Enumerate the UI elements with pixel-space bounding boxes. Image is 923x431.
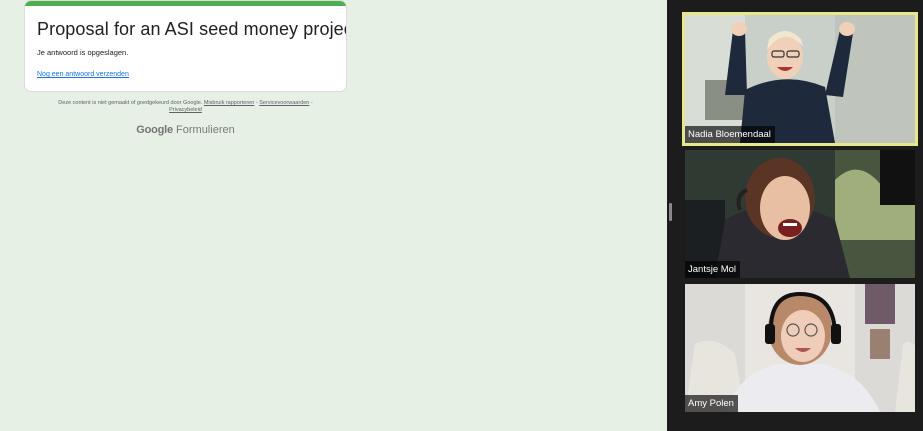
shared-screen: Proposal for an ASI seed money project J…: [0, 0, 667, 431]
form-footer: Deze content is niet gemaakt of goedgeke…: [25, 100, 346, 114]
form-title: Proposal for an ASI seed money project: [37, 19, 346, 39]
footer-separator: -: [310, 100, 313, 106]
panel-resize-handle[interactable]: [669, 203, 672, 221]
form-accent-bar: [25, 1, 346, 6]
participant-name: Nadia Bloemendaal: [685, 126, 775, 143]
submit-another-response-link[interactable]: Nog een antwoord verzenden: [37, 71, 129, 78]
footer-disclaimer: Deze content is niet gemaakt of goedgeke…: [58, 100, 203, 106]
footer-separator: -: [255, 100, 258, 106]
participant-name: Jantsje Mol: [685, 261, 741, 278]
participant-video: [685, 284, 915, 412]
participant-video-tile[interactable]: Jantsje Mol: [685, 150, 915, 278]
forms-wordmark: Formulieren: [176, 124, 235, 136]
participant-video-tile[interactable]: Amy Polen: [685, 284, 915, 412]
participant-video: [685, 150, 915, 278]
report-abuse-link[interactable]: Misbruik rapporteren: [204, 100, 254, 106]
participant-name: Amy Polen: [685, 395, 738, 412]
google-wordmark: Google: [136, 124, 173, 136]
video-gallery-panel: Nadia Bloemendaal Jantsje Mol Amy Polen: [667, 0, 923, 431]
privacy-policy-link[interactable]: Privacybeleid: [169, 107, 202, 113]
participant-video: [685, 15, 915, 143]
form-confirmation-card: Proposal for an ASI seed money project J…: [25, 1, 346, 91]
participant-video-tile[interactable]: Nadia Bloemendaal: [682, 12, 918, 146]
terms-of-service-link[interactable]: Servicevoorwaarden: [259, 100, 309, 106]
google-forms-logo: Google Formulieren: [25, 124, 346, 136]
confirmation-message: Je antwoord is opgeslagen.: [37, 48, 129, 57]
